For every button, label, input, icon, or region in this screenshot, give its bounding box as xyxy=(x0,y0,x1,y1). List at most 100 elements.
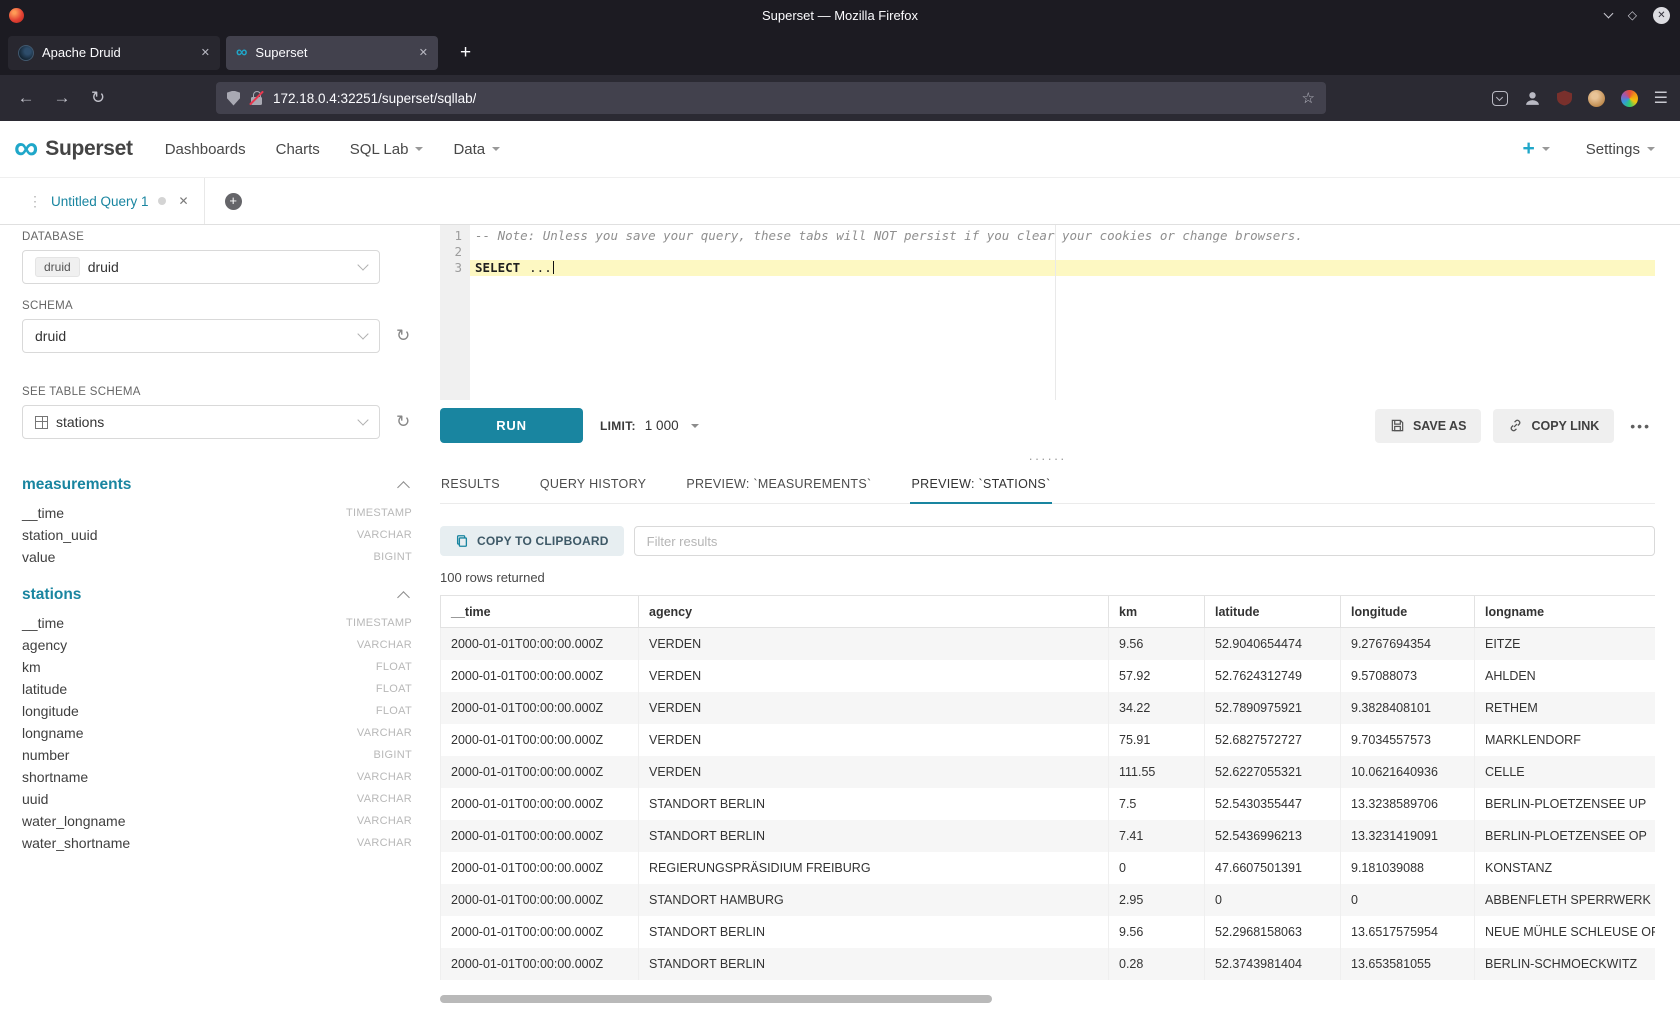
table-cell: MARKLENDORF xyxy=(1475,724,1656,756)
superset-logo-icon: ∞ xyxy=(14,135,38,162)
account-icon[interactable] xyxy=(1524,90,1541,107)
schema-tables: measurements __timeTIMESTAMPstation_uuidV… xyxy=(22,474,412,854)
reload-button[interactable]: ↻ xyxy=(84,88,112,108)
column-type: VARCHAR xyxy=(357,837,412,849)
table-cell: NEUE MÜHLE SCHLEUSE OP xyxy=(1475,916,1656,948)
ublock-shield-icon[interactable] xyxy=(1557,90,1572,106)
table-cell: 2000-01-01T00:00:00.000Z xyxy=(441,724,639,756)
superset-logo[interactable]: ∞ Superset xyxy=(14,135,133,162)
table-row: 2000-01-01T00:00:00.000ZVERDEN111.5552.6… xyxy=(441,756,1656,788)
results-tab-query-history[interactable]: QUERY HISTORY xyxy=(539,468,647,503)
firefox-app-icon xyxy=(9,8,24,23)
database-select[interactable]: druid druid xyxy=(22,250,380,284)
refresh-schema-icon[interactable]: ↻ xyxy=(396,326,410,346)
settings-menu[interactable]: Settings xyxy=(1586,141,1655,158)
extension-pinwheel-icon[interactable] xyxy=(1621,90,1638,107)
horizontal-scrollbar[interactable] xyxy=(440,995,992,1003)
query-tab-close-icon[interactable]: ✕ xyxy=(179,194,189,208)
column-type: FLOAT xyxy=(376,705,412,717)
more-actions-button[interactable]: ••• xyxy=(1626,418,1655,434)
bookmark-star-icon[interactable]: ☆ xyxy=(1302,89,1315,107)
tab-close-icon[interactable]: ✕ xyxy=(201,46,210,59)
hamburger-menu-icon[interactable]: ☰ xyxy=(1654,88,1668,108)
row-count-text: 100 rows returned xyxy=(440,570,1655,585)
window-close-icon[interactable]: ✕ xyxy=(1653,7,1670,24)
pane-resize-handle[interactable]: ······ xyxy=(440,448,1655,468)
window-maximize-icon[interactable]: ◇ xyxy=(1628,8,1637,22)
browser-tab-superset[interactable]: ∞ Superset ✕ xyxy=(226,36,438,70)
table-cell: 52.6227055321 xyxy=(1205,756,1341,788)
column-row: agencyVARCHAR xyxy=(22,634,412,656)
results-tab-preview-stations[interactable]: PREVIEW: `STATIONS` xyxy=(910,468,1051,504)
table-grid-icon xyxy=(35,416,48,429)
table-columns: __timeTIMESTAMPstation_uuidVARCHARvalueB… xyxy=(22,502,412,568)
limit-dropdown[interactable]: LIMIT: 1 000 xyxy=(600,418,699,433)
query-tab-untitled-query-1[interactable]: ⋮ Untitled Query 1 ✕ xyxy=(22,178,205,224)
column-header-time[interactable]: __time xyxy=(441,596,639,628)
table-cell: STANDORT BERLIN xyxy=(639,820,1109,852)
nav-item-data[interactable]: Data xyxy=(453,141,500,158)
forward-button[interactable]: → xyxy=(48,88,76,108)
table-cell: 75.91 xyxy=(1109,724,1205,756)
nav-item-charts[interactable]: Charts xyxy=(276,141,320,158)
add-query-tab-button[interactable]: + xyxy=(225,193,242,210)
results-tab-results[interactable]: RESULTS xyxy=(440,468,501,503)
table-cell: REGIERUNGSPRÄSIDIUM FREIBURG xyxy=(639,852,1109,884)
sql-lab-main: DATABASE druid druid SCHEMA druid ↻ SEE … xyxy=(0,225,1680,1012)
column-type: VARCHAR xyxy=(357,793,412,805)
schema-select[interactable]: druid xyxy=(22,319,380,353)
add-menu-button[interactable]: + xyxy=(1523,137,1550,161)
table-cell: VERDEN xyxy=(639,756,1109,788)
url-text[interactable]: 172.18.0.4:32251/superset/sqllab/ xyxy=(273,91,476,106)
window-minimize-icon[interactable] xyxy=(1603,9,1613,19)
profile-avatar-icon[interactable] xyxy=(1588,90,1605,107)
url-bar[interactable]: 172.18.0.4:32251/superset/sqllab/ ☆ xyxy=(216,82,1326,114)
back-button[interactable]: ← xyxy=(12,88,40,108)
editor-code-area[interactable]: -- Note: Unless you save your query, the… xyxy=(470,225,1655,400)
tracking-protection-shield-icon[interactable] xyxy=(227,91,240,106)
table-cell: 9.2767694354 xyxy=(1341,628,1475,660)
filter-results-input[interactable] xyxy=(634,526,1655,556)
collapse-chevron-icon[interactable] xyxy=(397,481,410,494)
column-header-longitude[interactable]: longitude xyxy=(1341,596,1475,628)
line-number: 1 xyxy=(440,228,462,244)
column-name: latitude xyxy=(22,681,67,697)
sql-editor[interactable]: 1 2 3 -- Note: Unless you save your quer… xyxy=(440,225,1655,400)
tab-close-icon[interactable]: ✕ xyxy=(419,46,428,59)
table-columns: __timeTIMESTAMPagencyVARCHARkmFLOATlatit… xyxy=(22,612,412,854)
save-as-button[interactable]: SAVE AS xyxy=(1375,409,1482,443)
column-name: __time xyxy=(22,505,64,521)
column-header-longname[interactable]: longname xyxy=(1475,596,1656,628)
schema-table-header[interactable]: measurements xyxy=(22,474,412,496)
table-cell: VERDEN xyxy=(639,660,1109,692)
column-header-agency[interactable]: agency xyxy=(639,596,1109,628)
save-icon xyxy=(1390,418,1405,433)
superset-favicon-icon: ∞ xyxy=(236,45,247,61)
table-cell: 0.28 xyxy=(1109,948,1205,980)
browser-tab-apache-druid[interactable]: Apache Druid ✕ xyxy=(8,36,220,70)
new-tab-button[interactable]: + xyxy=(454,42,477,64)
refresh-table-icon[interactable]: ↻ xyxy=(396,412,410,432)
pocket-icon[interactable] xyxy=(1492,91,1508,106)
column-header-km[interactable]: km xyxy=(1109,596,1205,628)
chevron-down-icon xyxy=(357,328,368,339)
results-tab-preview-measurements[interactable]: PREVIEW: `MEASUREMENTS` xyxy=(685,468,872,503)
sql-lab-right-pane: 1 2 3 -- Note: Unless you save your quer… xyxy=(430,225,1680,1012)
column-row: station_uuidVARCHAR xyxy=(22,524,412,546)
insecure-lock-icon[interactable] xyxy=(249,91,264,106)
editor-toolbar: RUN LIMIT: 1 000 SAVE AS COPY LINK ••• xyxy=(440,408,1655,443)
table-select[interactable]: stations xyxy=(22,405,380,439)
column-row: numberBIGINT xyxy=(22,744,412,766)
collapse-chevron-icon[interactable] xyxy=(397,591,410,604)
column-type: VARCHAR xyxy=(357,771,412,783)
copy-to-clipboard-button[interactable]: COPY TO CLIPBOARD xyxy=(440,526,624,556)
table-name: measurements xyxy=(22,476,131,494)
column-header-latitude[interactable]: latitude xyxy=(1205,596,1341,628)
nav-item-dashboards[interactable]: Dashboards xyxy=(165,141,246,158)
nav-item-sql-lab[interactable]: SQL Lab xyxy=(350,141,424,158)
schema-table-header[interactable]: stations xyxy=(22,584,412,606)
run-button[interactable]: RUN xyxy=(440,408,583,443)
copy-link-button[interactable]: COPY LINK xyxy=(1493,409,1614,443)
table-cell: 9.7034557573 xyxy=(1341,724,1475,756)
drag-handle-icon[interactable]: ⋮ xyxy=(28,193,42,210)
